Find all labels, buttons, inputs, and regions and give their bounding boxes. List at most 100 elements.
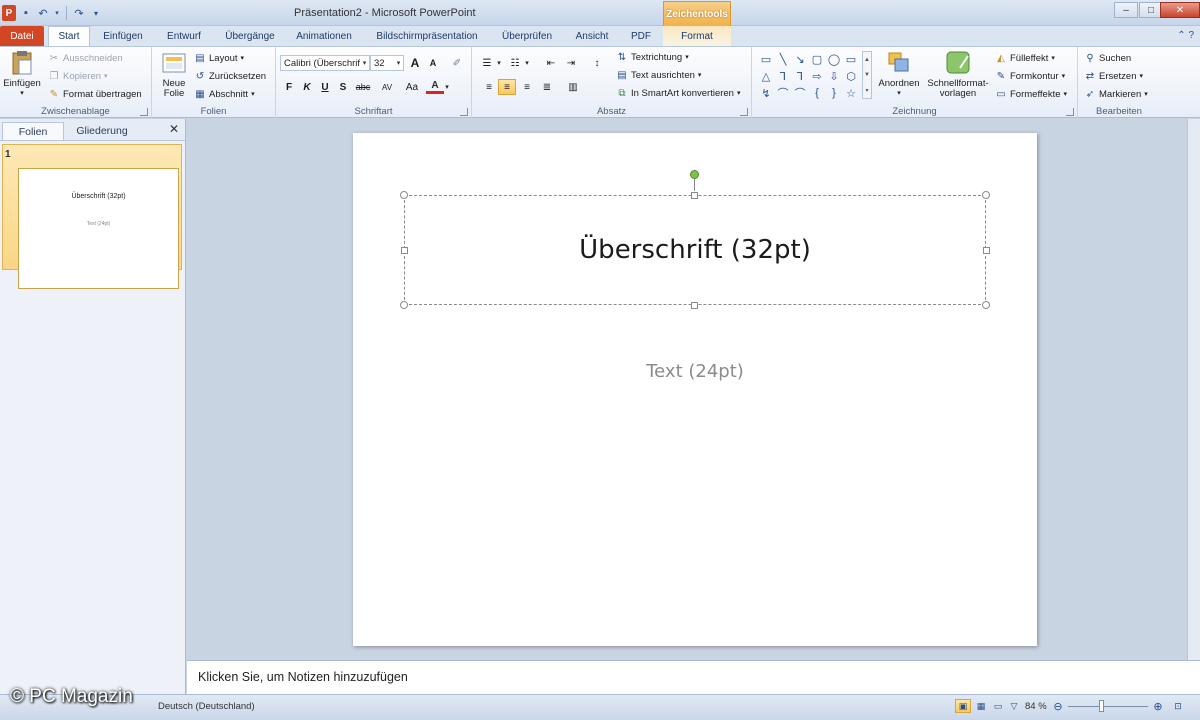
dialog-launcher-icon[interactable] (140, 108, 148, 116)
down-arrow-shape-icon[interactable]: ⇩ (826, 68, 842, 84)
cut-button[interactable]: ✂ Ausschneiden (48, 52, 123, 64)
shrink-font-button[interactable]: A (424, 55, 442, 71)
resize-handle-left[interactable] (401, 247, 408, 254)
slide-body-text[interactable]: Text (24pt) (353, 361, 1037, 382)
text-direction-button[interactable]: ⇅ Textrichtung ▾ (616, 51, 689, 63)
reset-button[interactable]: ↺ Zurücksetzen (194, 70, 266, 82)
oval-shape-icon[interactable]: ◯ (826, 51, 842, 67)
resize-handle-top-left[interactable] (400, 191, 408, 199)
layout-button[interactable]: ▤ Layout ▾ (194, 52, 244, 64)
help-icon[interactable]: ⌃ ? (1177, 30, 1194, 41)
line-shape-icon[interactable]: ╲ (775, 51, 791, 67)
replace-button[interactable]: ⇄ Ersetzen ▾ (1084, 70, 1143, 82)
tab-bildschirmpraesentation[interactable]: Bildschirmpräsentation (364, 26, 490, 46)
star-shape-icon[interactable]: ☆ (843, 85, 859, 101)
slide-thumbnail[interactable]: Überschrift (32pt) Text (24pt) (18, 168, 179, 289)
numbering-dropdown-icon[interactable]: ▾ (522, 55, 532, 71)
textbox-shape-icon[interactable]: ▭ (758, 51, 774, 67)
clear-formatting-icon[interactable]: ✐ (448, 55, 466, 71)
rectangle-shape-icon[interactable]: ▢ (809, 51, 825, 67)
bold-button[interactable]: F (280, 79, 298, 95)
zoom-out-button[interactable]: ⊖ (1050, 699, 1066, 713)
resize-handle-bottom-left[interactable] (400, 301, 408, 309)
powerpoint-app-icon[interactable]: P (2, 5, 16, 21)
arc-shape-icon[interactable]: ⌒ (792, 85, 808, 101)
gallery-more-icon[interactable]: ▾ (865, 87, 868, 94)
shapes-gallery-scroll[interactable]: ▲ ▼ ▾ (862, 51, 872, 99)
arrange-button[interactable]: Anordnen ▾ (876, 50, 922, 99)
character-spacing-button[interactable]: AV (376, 79, 398, 95)
tab-pdf[interactable]: PDF (624, 26, 658, 46)
format-painter-button[interactable]: ✎ Format übertragen (48, 88, 142, 100)
normal-view-button[interactable]: ▣ (955, 699, 971, 713)
undo-dropdown-icon[interactable]: ▾ (53, 6, 61, 20)
increase-indent-icon[interactable]: ⇥ (562, 55, 580, 71)
tab-uebergaenge[interactable]: Übergänge (216, 26, 284, 46)
close-panel-icon[interactable]: ✕ (169, 122, 179, 136)
slideshow-button[interactable]: ▽ (1006, 699, 1022, 713)
font-color-dropdown-icon[interactable]: ▾ (442, 79, 452, 95)
align-left-button[interactable]: ≡ (480, 79, 498, 95)
elbow-connector-shape-icon[interactable]: ⅂ (775, 68, 791, 84)
change-case-button[interactable]: Aa (400, 79, 424, 95)
resize-handle-bottom[interactable] (691, 302, 698, 309)
font-name-dropdown-icon[interactable]: ▾ (360, 56, 369, 70)
tab-animationen[interactable]: Animationen (288, 26, 360, 46)
columns-icon[interactable]: ▥ (564, 79, 582, 95)
curve-shape-icon[interactable]: ⌒ (775, 85, 791, 101)
zoom-in-button[interactable]: ⊕ (1150, 699, 1166, 713)
zoom-slider-track[interactable] (1068, 706, 1148, 707)
smartart-button[interactable]: ⧉ In SmartArt konvertieren ▾ (616, 87, 740, 99)
dialog-launcher-icon[interactable] (1066, 108, 1074, 116)
font-name-combo[interactable]: Calibri (Überschrif ▾ (280, 55, 370, 71)
scroll-down-icon[interactable]: ▼ (864, 72, 870, 78)
grow-font-button[interactable]: A (406, 55, 424, 71)
rotate-handle[interactable] (690, 170, 699, 179)
reading-view-button[interactable]: ▭ (990, 699, 1006, 713)
resize-handle-bottom-right[interactable] (982, 301, 990, 309)
close-button[interactable]: ✕ (1160, 2, 1200, 18)
elbow-arrow-shape-icon[interactable]: ⅂ (792, 68, 808, 84)
tab-format[interactable]: Format (663, 26, 731, 46)
line-spacing-icon[interactable]: ↕ (588, 55, 606, 71)
tab-einfuegen[interactable]: Einfügen (94, 26, 152, 46)
freeform-shape-icon[interactable]: ↯ (758, 85, 774, 101)
zoom-slider-thumb[interactable] (1098, 700, 1104, 712)
arrow-line-shape-icon[interactable]: ↘ (792, 51, 808, 67)
align-center-button[interactable]: ≡ (498, 79, 516, 95)
right-arrow-shape-icon[interactable]: ⇨ (809, 68, 825, 84)
align-right-button[interactable]: ≡ (518, 79, 536, 95)
save-icon[interactable]: ▪ (19, 6, 33, 20)
strikethrough-button[interactable]: abc (352, 79, 374, 95)
resize-handle-top[interactable] (691, 192, 698, 199)
font-size-dropdown-icon[interactable]: ▾ (394, 56, 403, 70)
undo-icon[interactable]: ↶ (36, 6, 50, 20)
tab-start[interactable]: Start (48, 26, 90, 46)
slide-canvas[interactable]: Überschrift (32pt) Text (24pt) (353, 133, 1037, 646)
font-size-combo[interactable]: 32 ▾ (370, 55, 404, 71)
copy-button[interactable]: ❐ Kopieren ▾ (48, 70, 108, 82)
left-brace-shape-icon[interactable]: { (809, 85, 825, 101)
title-placeholder[interactable]: Überschrift (32pt) (404, 195, 986, 305)
resize-handle-right[interactable] (983, 247, 990, 254)
scroll-up-icon[interactable]: ▲ (864, 57, 870, 63)
italic-button[interactable]: K (298, 79, 316, 95)
vertical-scrollbar[interactable] (1187, 119, 1200, 660)
slide-sorter-button[interactable]: ▦ (973, 699, 989, 713)
justify-button[interactable]: ≣ (538, 79, 556, 95)
shadow-button[interactable]: S (334, 79, 352, 95)
resize-handle-top-right[interactable] (982, 191, 990, 199)
customize-qat-icon[interactable]: ▾ (89, 6, 103, 20)
tab-datei[interactable]: Datei (0, 26, 44, 46)
tab-ansicht[interactable]: Ansicht (564, 26, 620, 46)
triangle-shape-icon[interactable]: △ (758, 68, 774, 84)
underline-button[interactable]: U (316, 79, 334, 95)
paste-dropdown-icon[interactable]: ▾ (20, 89, 24, 99)
shape-fill-button[interactable]: ◭ Fülleffekt ▾ (995, 52, 1055, 64)
right-brace-shape-icon[interactable]: } (826, 85, 842, 101)
shape-effects-button[interactable]: ▭ Formeffekte ▾ (995, 88, 1067, 100)
select-button[interactable]: ➶ Markieren ▾ (1084, 88, 1148, 100)
callout-shape-icon[interactable]: ⬡ (843, 68, 859, 84)
new-slide-button[interactable]: Neue Folie (156, 50, 192, 99)
shapes-gallery[interactable]: ▭ ╲ ↘ ▢ ◯ ▭ △ ⅂ ⅂ ⇨ ⇩ ⬡ ↯ ⌒ ⌒ { } ☆ (758, 51, 862, 101)
